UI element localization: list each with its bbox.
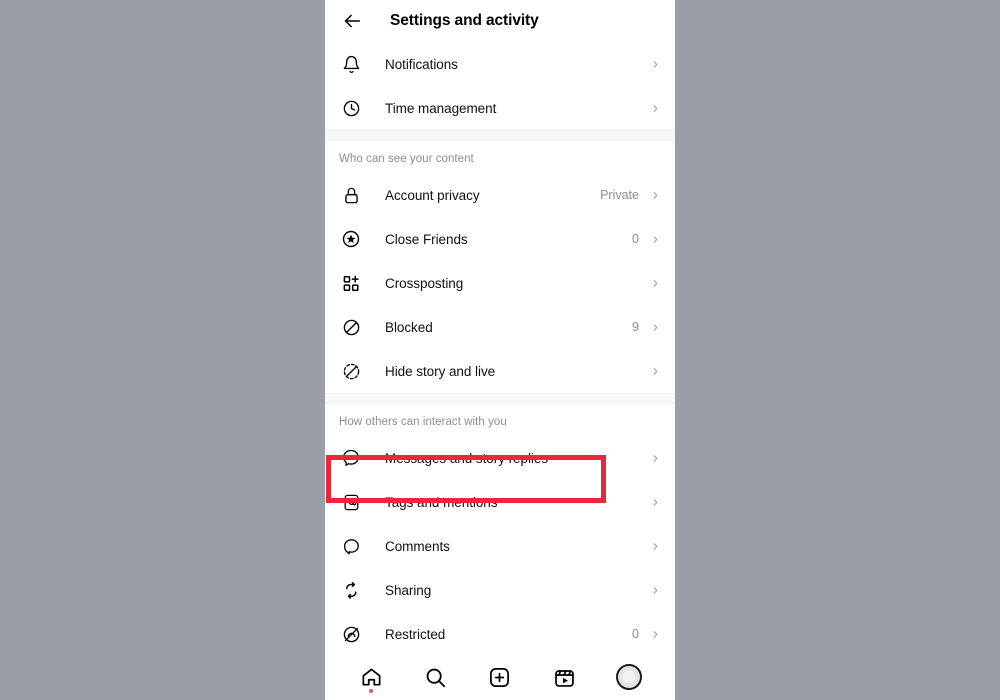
settings-row-label: Notifications bbox=[385, 56, 458, 72]
settings-row-label: Messages and story replies bbox=[385, 450, 549, 466]
section-heading: Who can see your content bbox=[339, 153, 474, 165]
nav-reels-button[interactable] bbox=[544, 657, 584, 697]
nav-search-button[interactable] bbox=[416, 657, 456, 697]
settings-row-value: Private bbox=[600, 188, 639, 202]
settings-row-value: 9 bbox=[632, 320, 639, 334]
settings-section-interactions: How others can interact with you Message… bbox=[325, 404, 675, 654]
reels-icon bbox=[553, 666, 576, 689]
hide-story-icon bbox=[339, 359, 363, 383]
settings-row-label: Close Friends bbox=[385, 231, 468, 247]
settings-row-messages-and-story-replies[interactable]: Messages and story replies bbox=[325, 436, 675, 480]
section-divider bbox=[325, 393, 675, 404]
at-mention-icon bbox=[339, 490, 363, 514]
create-plus-icon bbox=[488, 666, 511, 689]
chevron-right-icon bbox=[649, 365, 661, 377]
settings-row-restricted[interactable]: Restricted 0 bbox=[325, 612, 675, 654]
home-icon bbox=[360, 666, 383, 689]
nav-create-button[interactable] bbox=[480, 657, 520, 697]
settings-row-label: Comments bbox=[385, 538, 450, 554]
settings-row-label: Hide story and live bbox=[385, 363, 496, 379]
settings-row-label: Blocked bbox=[385, 319, 433, 335]
chevron-right-icon bbox=[649, 277, 661, 289]
chevron-right-icon bbox=[649, 628, 661, 640]
chevron-right-icon bbox=[649, 584, 661, 596]
profile-avatar-icon bbox=[615, 664, 642, 690]
clock-icon bbox=[339, 96, 363, 120]
settings-row-time-management[interactable]: Time management bbox=[325, 86, 675, 130]
section-divider bbox=[325, 130, 675, 141]
nav-home-button[interactable] bbox=[351, 657, 391, 697]
chevron-right-icon bbox=[649, 452, 661, 464]
restricted-icon bbox=[339, 622, 363, 646]
messenger-icon bbox=[339, 446, 363, 470]
settings-row-comments[interactable]: Comments bbox=[325, 524, 675, 568]
bottom-navigation-bar bbox=[325, 654, 675, 700]
chevron-right-icon bbox=[649, 321, 661, 333]
settings-row-label: Account privacy bbox=[385, 187, 480, 203]
settings-row-close-friends[interactable]: Close Friends 0 bbox=[325, 217, 675, 261]
page-title: Settings and activity bbox=[390, 12, 539, 29]
block-icon bbox=[339, 315, 363, 339]
search-icon bbox=[424, 666, 447, 689]
star-circle-icon bbox=[339, 227, 363, 251]
settings-row-label: Sharing bbox=[385, 582, 432, 598]
settings-row-label: Restricted bbox=[385, 626, 446, 642]
screen-root: Settings and activity Notifications Time… bbox=[0, 0, 1000, 700]
settings-row-label: Time management bbox=[385, 100, 497, 116]
grid-plus-icon bbox=[339, 271, 363, 295]
settings-section-general: Notifications Time management bbox=[325, 42, 675, 130]
home-notification-badge bbox=[369, 689, 374, 693]
back-arrow-icon[interactable] bbox=[339, 8, 365, 34]
settings-row-value: 0 bbox=[632, 627, 639, 641]
settings-row-label: Tags and mentions bbox=[385, 494, 498, 510]
nav-profile-button[interactable] bbox=[609, 657, 649, 697]
settings-row-crossposting[interactable]: Crossposting bbox=[325, 261, 675, 305]
settings-row-tags-and-mentions[interactable]: Tags and mentions bbox=[325, 480, 675, 524]
settings-row-sharing[interactable]: Sharing bbox=[325, 568, 675, 612]
chevron-right-icon bbox=[649, 58, 661, 70]
chevron-right-icon bbox=[649, 233, 661, 245]
chevron-right-icon bbox=[649, 540, 661, 552]
settings-section-visibility: Who can see your content Account privacy… bbox=[325, 141, 675, 393]
lock-icon bbox=[339, 183, 363, 207]
comment-icon bbox=[339, 534, 363, 558]
section-heading: How others can interact with you bbox=[339, 416, 507, 428]
chevron-right-icon bbox=[649, 189, 661, 201]
app-header: Settings and activity bbox=[325, 0, 675, 42]
settings-row-account-privacy[interactable]: Account privacy Private bbox=[325, 173, 675, 217]
settings-row-notifications[interactable]: Notifications bbox=[325, 42, 675, 86]
settings-row-hide-story-and-live[interactable]: Hide story and live bbox=[325, 349, 675, 393]
settings-row-value: 0 bbox=[632, 232, 639, 246]
settings-row-label: Crossposting bbox=[385, 275, 464, 291]
settings-list: Notifications Time management Who can se… bbox=[325, 42, 675, 654]
chevron-right-icon bbox=[649, 102, 661, 114]
settings-row-blocked[interactable]: Blocked 9 bbox=[325, 305, 675, 349]
chevron-right-icon bbox=[649, 496, 661, 508]
bell-icon bbox=[339, 52, 363, 76]
phone-panel: Settings and activity Notifications Time… bbox=[325, 0, 675, 700]
share-refresh-icon bbox=[339, 578, 363, 602]
